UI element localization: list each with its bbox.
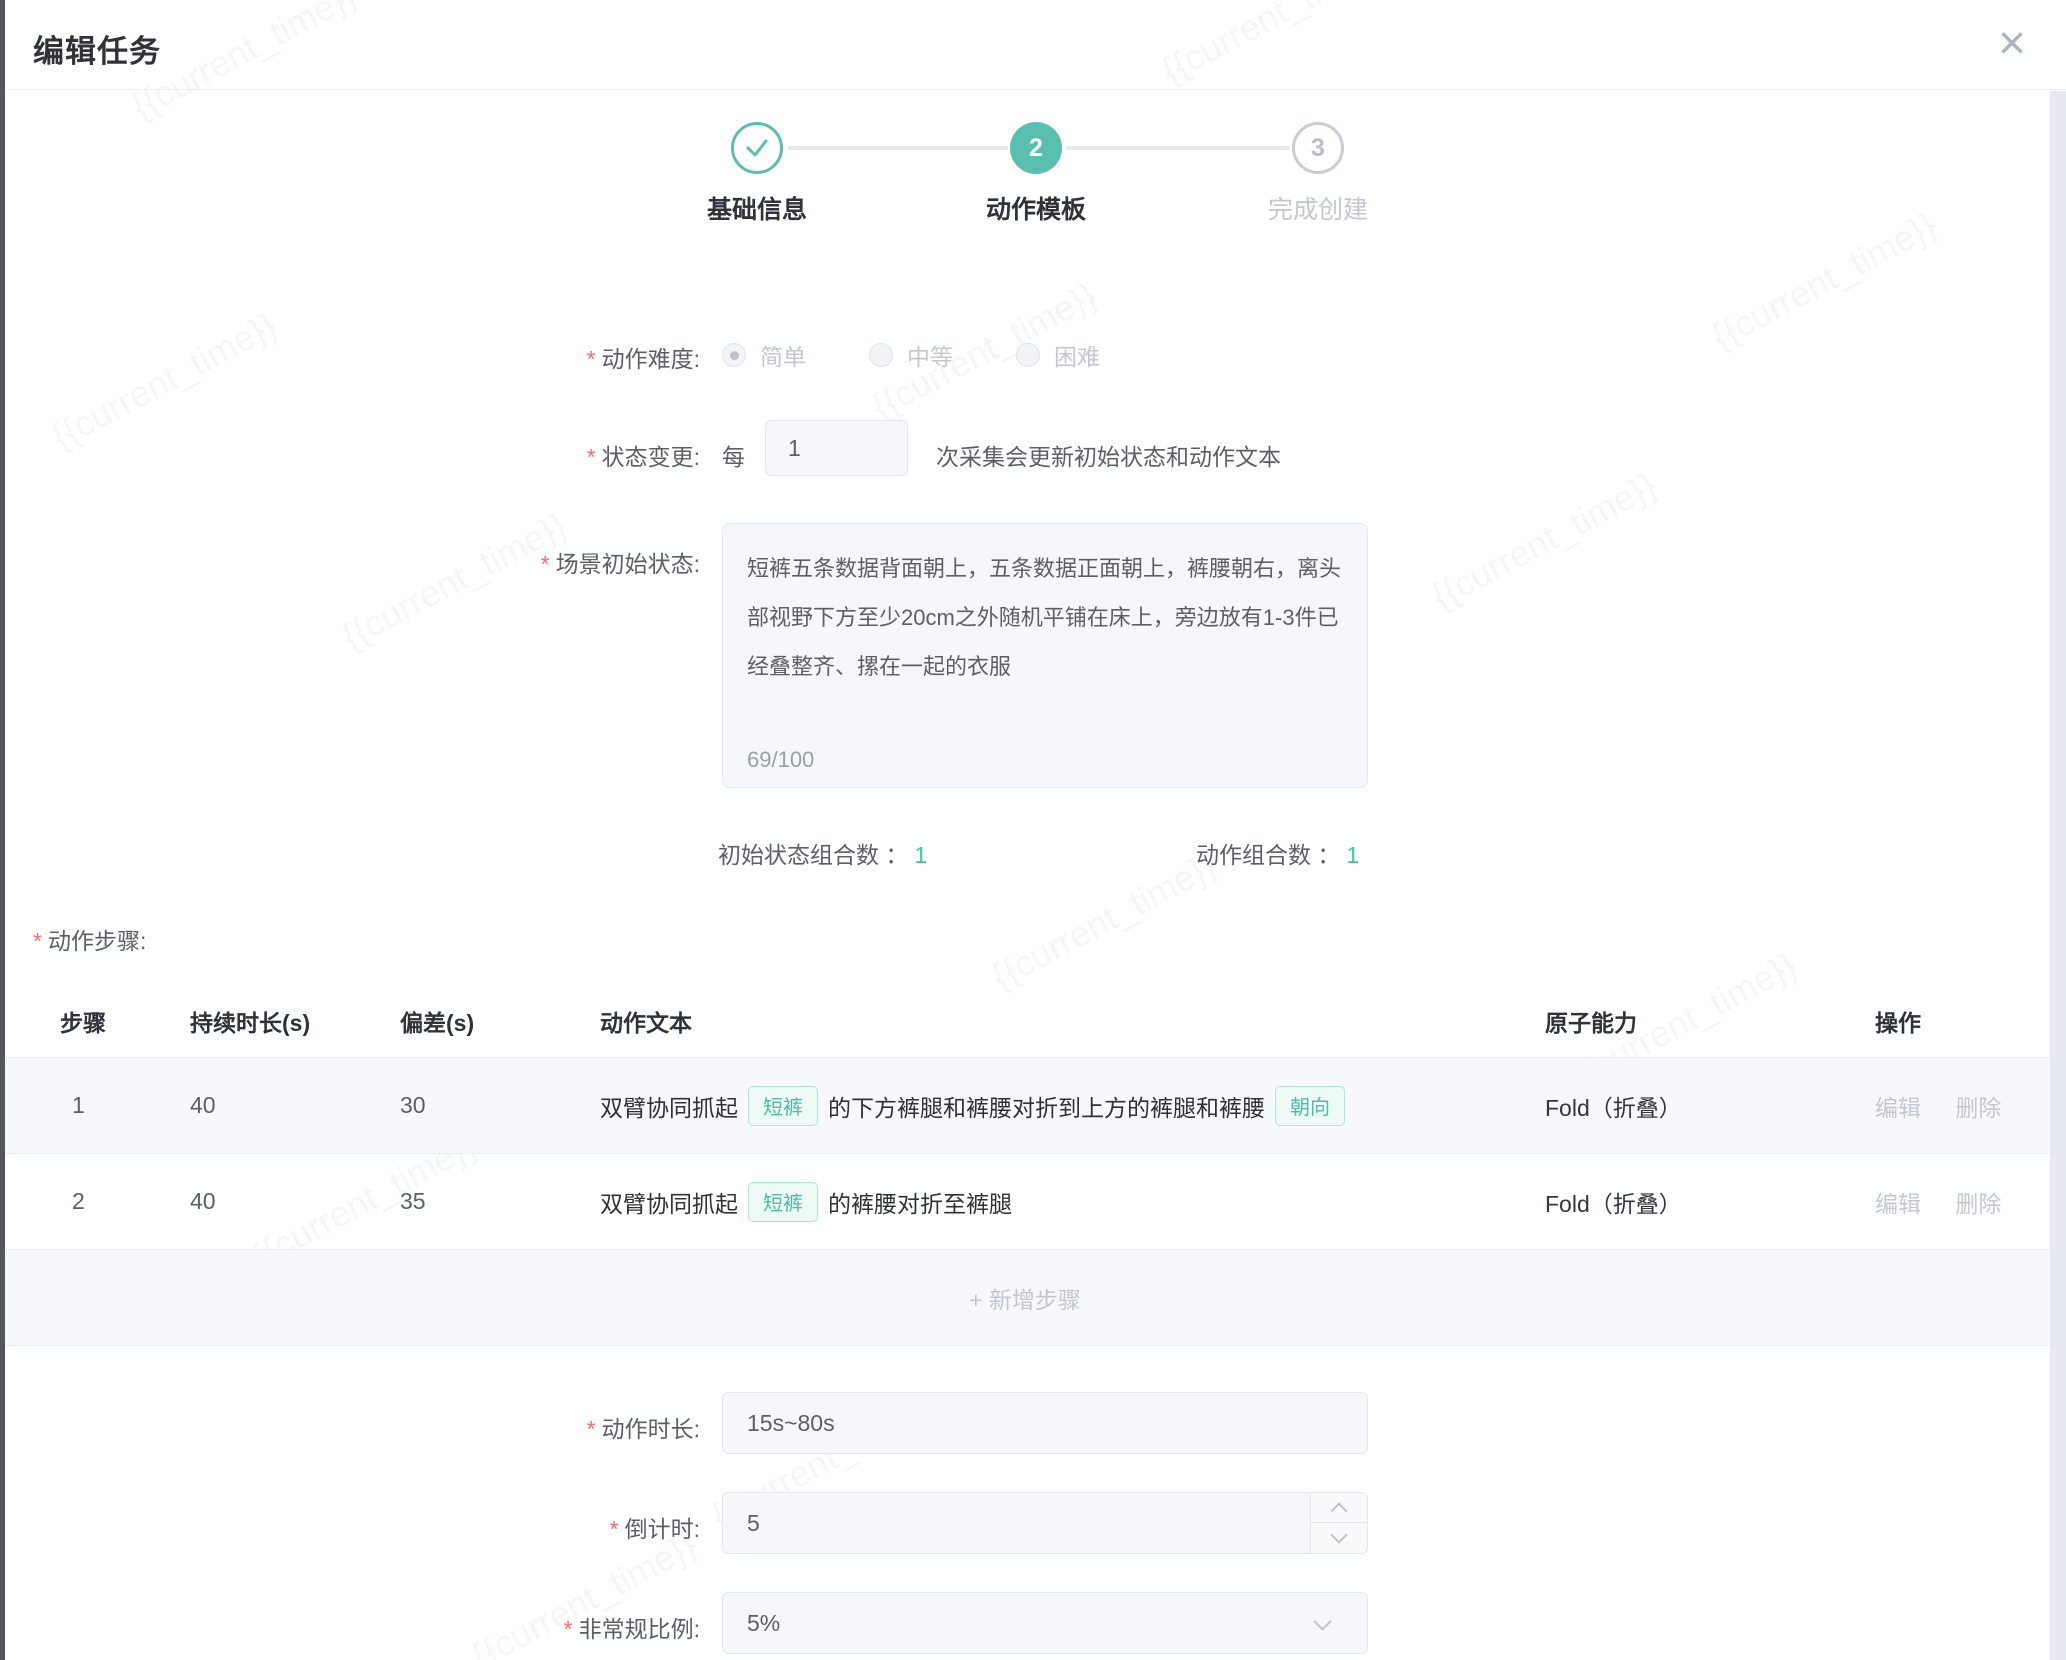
action-text-part: 的下方裤腿和裤腰对折到上方的裤腿和裤腰 [828,1089,1265,1123]
required-mark: * [587,1416,596,1442]
step-duration: 40 [190,1092,400,1119]
required-mark: * [33,928,42,954]
add-step-label: + 新增步骤 [969,1281,1081,1315]
step-connector [1066,146,1290,150]
orientation-tag: 朝向 [1275,1086,1345,1126]
radio-option-easy[interactable]: 简单 [722,338,806,372]
radio-option-medium[interactable]: 中等 [869,338,953,372]
required-mark: * [610,1516,619,1542]
chevron-down-icon [1313,1612,1331,1630]
chevron-up-icon [1331,1502,1348,1519]
step-1-label: 基础信息 [637,190,877,226]
required-mark: * [587,444,596,470]
delete-button[interactable]: 删除 [1955,1191,2001,1217]
form-row-duration: *动作时长: 15s~80s [0,1392,2066,1456]
step-deviation: 35 [400,1188,600,1215]
radio-icon [869,343,893,367]
countdown-input[interactable]: 5 [722,1492,1368,1554]
delete-button[interactable]: 删除 [1955,1095,2001,1121]
edit-task-dialog: {{current_time}} {{current_time}} {{curr… [0,0,2066,1660]
step-deviation: 30 [400,1092,600,1119]
radio-label: 困难 [1054,338,1100,372]
dialog-header: 编辑任务 × [0,0,2066,90]
state-change-input[interactable]: 1 [765,420,908,476]
action-combo-value: 1 [1346,842,1359,868]
col-header-text: 动作文本 [600,1004,1545,1038]
difficulty-label: *动作难度: [0,340,700,374]
initial-combo-value: 1 [914,842,927,868]
form-row-difficulty: *动作难度: 简单 中等 困难 [0,330,2066,382]
dialog-title: 编辑任务 [33,26,161,71]
action-steps-label: *动作步骤: [33,922,146,956]
char-counter: 69/100 [747,747,814,773]
action-text-part: 双臂协同抓起 [600,1089,738,1123]
combo-counts-row: 初始状态组合数 ：1 动作组合数 ：1 [0,836,2066,872]
col-header-duration: 持续时长(s) [190,1004,400,1038]
object-tag: 短裤 [748,1086,818,1126]
state-change-suffix: 次采集会更新初始状态和动作文本 [936,438,1281,472]
state-change-label: *状态变更: [0,438,700,472]
col-header-operation: 操作 [1860,1004,2050,1038]
step-3-number: 3 [1292,122,1344,174]
object-tag: 短裤 [748,1182,818,1222]
required-mark: * [541,551,550,577]
required-mark: * [587,346,596,372]
form-row-unusual-ratio: *非常规比例: 5% [0,1592,2066,1656]
action-text-part: 的裤腰对折至裤腿 [828,1185,1012,1219]
scrollbar[interactable] [2050,91,2066,1660]
spinner-down-button[interactable] [1311,1523,1367,1553]
step-duration: 40 [190,1188,400,1215]
check-icon [744,135,770,161]
action-steps-table: 步骤 持续时长(s) 偏差(s) 动作文本 原子能力 操作 1 40 30 双臂… [0,985,2050,1346]
radio-option-hard[interactable]: 困难 [1016,338,1100,372]
add-step-button[interactable]: + 新增步骤 [0,1250,2050,1346]
edit-button[interactable]: 编辑 [1875,1095,1921,1121]
step-number: 1 [60,1092,190,1119]
form-row-state-change: *状态变更: 每 1 次采集会更新初始状态和动作文本 [0,420,2066,484]
number-spinner [1310,1493,1367,1553]
table-row: 2 40 35 双臂协同抓起 短裤 的裤腰对折至裤腿 Fold（折叠） 编辑 删… [0,1154,2050,1250]
initial-state-value: 短裤五条数据背面朝上，五条数据正面朝上，裤腰朝右，离头部视野下方至少20cm之外… [747,544,1343,691]
unusual-ratio-value: 5% [747,1610,780,1636]
initial-state-label: *场景初始状态: [0,545,700,579]
table-row: 1 40 30 双臂协同抓起 短裤 的下方裤腿和裤腰对折到上方的裤腿和裤腰 朝向… [0,1058,2050,1154]
radio-label: 简单 [760,338,806,372]
col-header-step: 步骤 [60,1004,190,1038]
step-number: 2 [60,1188,190,1215]
initial-state-textarea[interactable]: 短裤五条数据背面朝上，五条数据正面朝上，裤腰朝右，离头部视野下方至少20cm之外… [722,523,1368,788]
atomic-capability: Fold（折叠） [1545,1185,1860,1219]
edit-button[interactable]: 编辑 [1875,1191,1921,1217]
radio-icon [722,343,746,367]
table-header-row: 步骤 持续时长(s) 偏差(s) 动作文本 原子能力 操作 [0,985,2050,1058]
action-text: 双臂协同抓起 短裤 的下方裤腿和裤腰对折到上方的裤腿和裤腰 朝向 [600,1086,1545,1126]
duration-label: *动作时长: [0,1410,700,1444]
step-1-done-icon [731,122,783,174]
atomic-capability: Fold（折叠） [1545,1089,1860,1123]
unusual-ratio-select[interactable]: 5% [722,1592,1368,1654]
action-text: 双臂协同抓起 短裤 的裤腰对折至裤腿 [600,1182,1545,1222]
step-3-label: 完成创建 [1198,190,1438,226]
form-row-countdown: *倒计时: 5 [0,1492,2066,1556]
step-connector [788,146,1008,150]
col-header-deviation: 偏差(s) [400,1004,600,1038]
spinner-up-button[interactable] [1311,1493,1367,1523]
state-change-prefix: 每 [722,438,745,472]
duration-input[interactable]: 15s~80s [722,1392,1368,1454]
col-header-capability: 原子能力 [1545,1004,1860,1038]
initial-combo-count: 初始状态组合数 ：1 [718,836,927,870]
close-icon[interactable]: × [1998,10,2026,78]
radio-icon [1016,343,1040,367]
step-2-number: 2 [1010,122,1062,174]
chevron-down-icon [1331,1527,1348,1544]
countdown-value: 5 [747,1510,760,1536]
unusual-ratio-label: *非常规比例: [0,1610,700,1644]
countdown-label: *倒计时: [0,1510,700,1544]
page-left-edge [0,0,5,1660]
action-text-part: 双臂协同抓起 [600,1185,738,1219]
required-mark: * [564,1616,573,1642]
form-row-initial-state: *场景初始状态: 短裤五条数据背面朝上，五条数据正面朝上，裤腰朝右，离头部视野下… [0,523,2066,793]
action-combo-count: 动作组合数 ：1 [1196,836,1359,870]
radio-label: 中等 [907,338,953,372]
step-2-label: 动作模板 [916,190,1156,226]
